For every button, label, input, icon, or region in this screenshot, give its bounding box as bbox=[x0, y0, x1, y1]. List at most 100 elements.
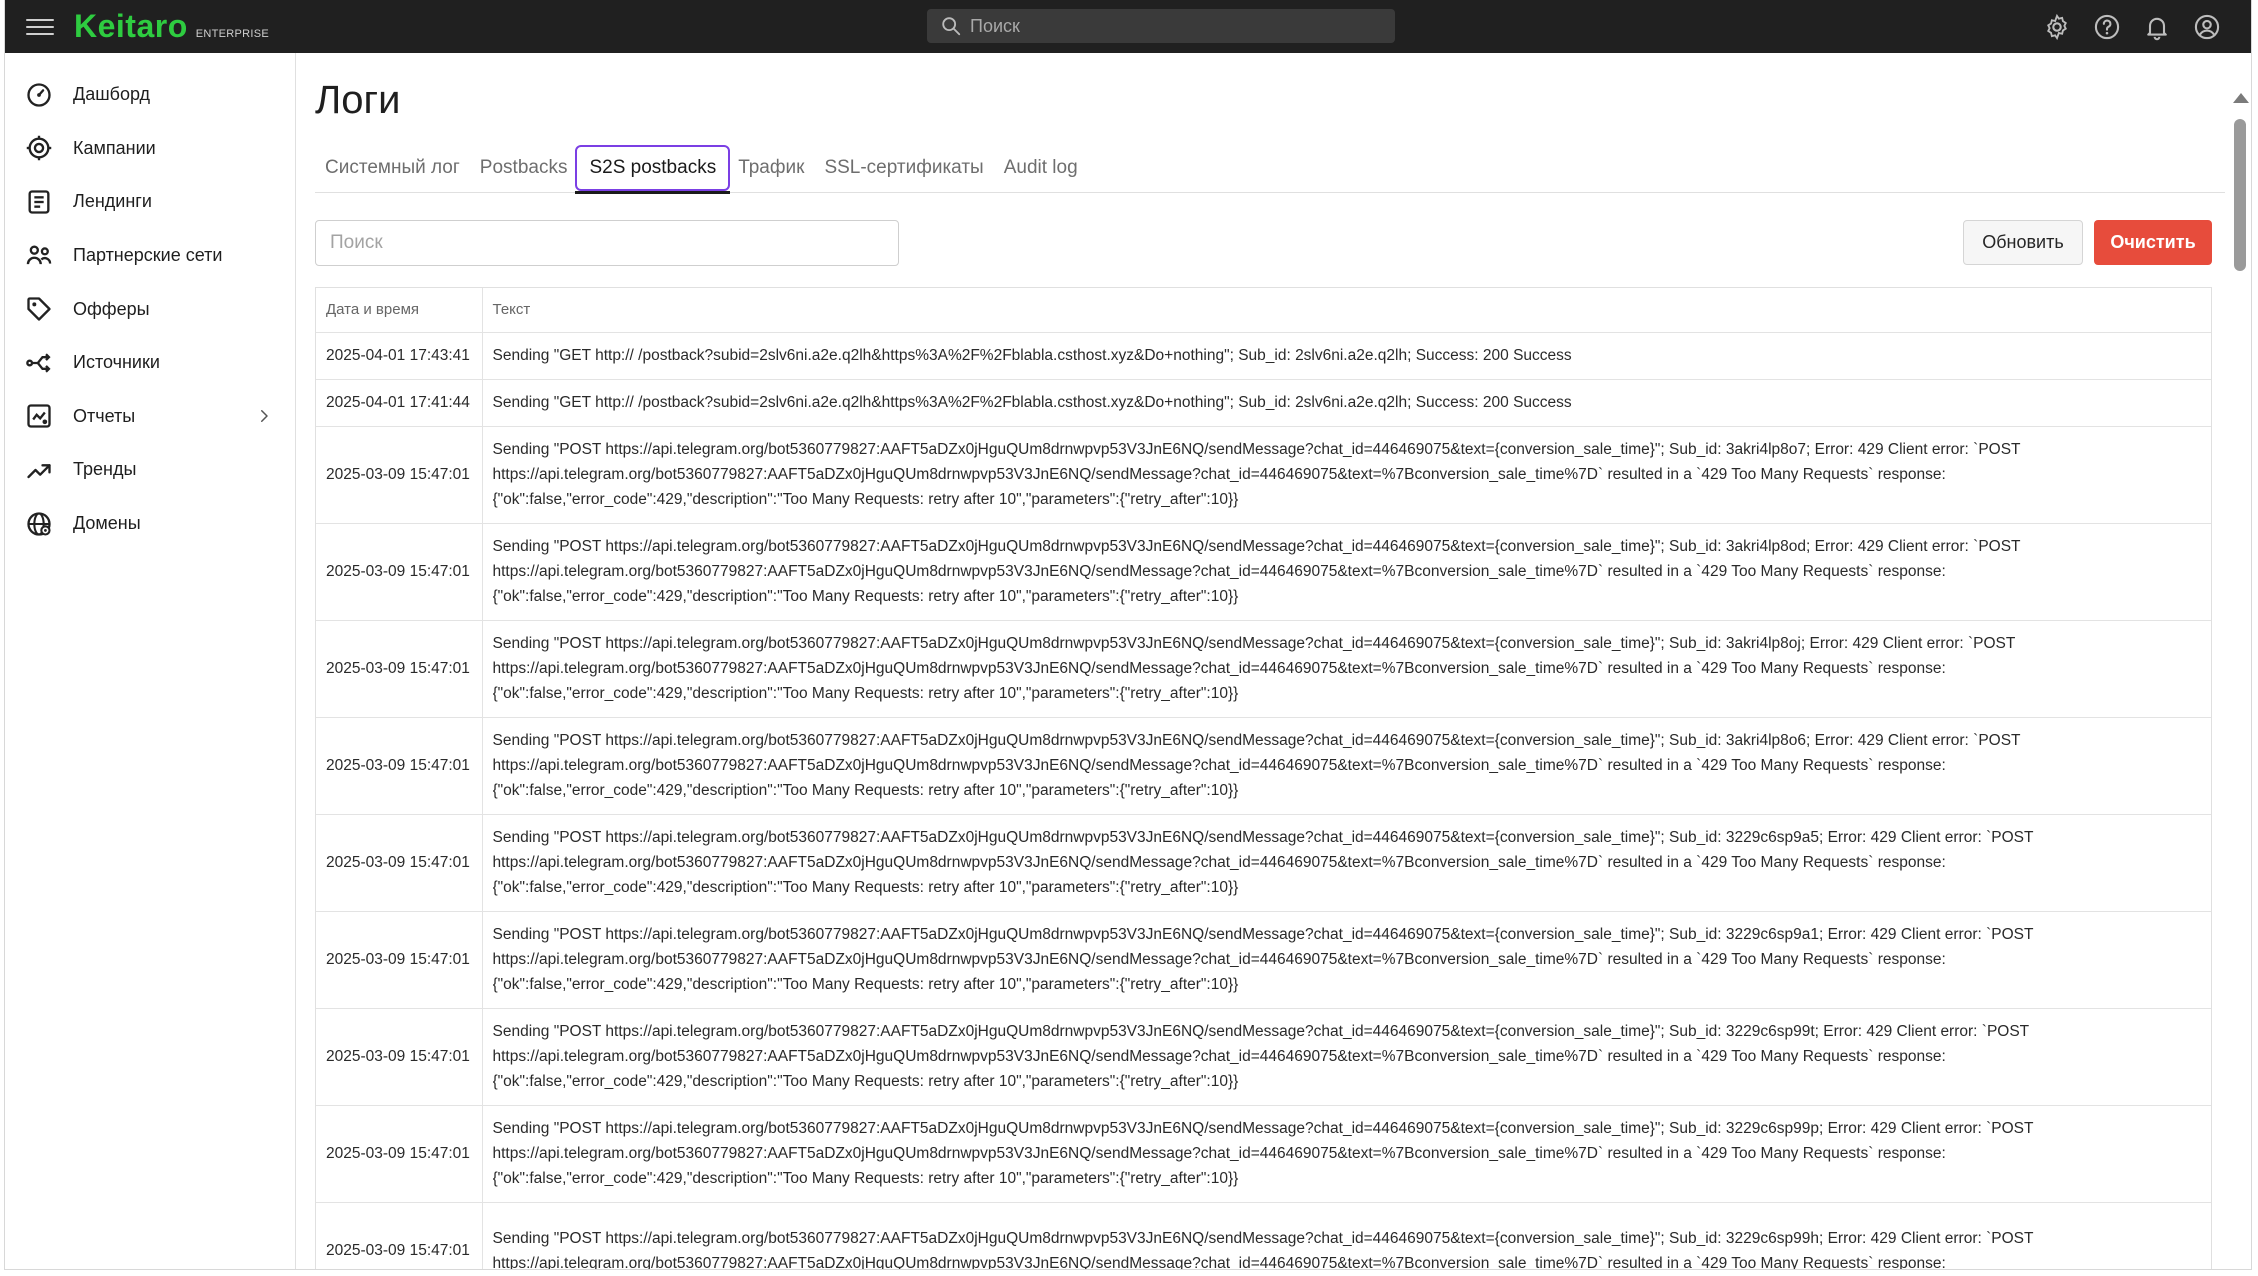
search-icon bbox=[942, 17, 961, 36]
log-datetime: 2025-03-09 15:47:01 bbox=[316, 620, 483, 718]
sidebar-item-label: Лендинги bbox=[73, 191, 152, 212]
scroll-up-arrow-icon[interactable] bbox=[2233, 93, 2249, 103]
log-text-line: {"ok":false,"error_code":429,"descriptio… bbox=[492, 1073, 1239, 1090]
trend-icon bbox=[27, 464, 51, 479]
log-text-line: https://api.telegram.org/bot5360779827:A… bbox=[492, 1145, 1946, 1162]
people-icon bbox=[26, 245, 52, 264]
tab-system-log[interactable]: Системный лог bbox=[315, 143, 470, 193]
log-text: Sending "GET http:// /postback?subid=2sl… bbox=[482, 332, 2211, 380]
sidebar: Дашборд Кампании Лендинги Партнерские се… bbox=[5, 53, 296, 1269]
log-text-line: Sending "POST https://api.telegram.org/b… bbox=[492, 1229, 2034, 1247]
scroll-thumb[interactable] bbox=[2234, 119, 2246, 271]
log-datetime: 2025-03-09 15:47:01 bbox=[316, 1202, 483, 1269]
log-text-line: Sending "POST https://api.telegram.org/b… bbox=[492, 1023, 2030, 1040]
log-text: Sending "GET http:// /postback?subid=2sl… bbox=[482, 379, 2211, 427]
table-row[interactable]: 2025-03-09 15:47:01 Sending "POST https:/… bbox=[316, 620, 2211, 718]
log-datetime: 2025-04-01 17:41:44 bbox=[316, 379, 483, 427]
table-row[interactable]: 2025-03-09 15:47:01 Sending "POST https:/… bbox=[316, 1008, 2211, 1106]
log-text: Sending "POST https://api.telegram.org/b… bbox=[482, 1105, 2211, 1203]
sidebar-item-label: Тренды bbox=[73, 459, 137, 480]
log-datetime: 2025-03-09 15:47:01 bbox=[316, 1105, 483, 1203]
logs-table: Дата и время Текст 2025-04-01 17:43:41 Se… bbox=[315, 287, 2212, 1270]
global-search-input[interactable] bbox=[970, 15, 1370, 37]
sidebar-item-label: Офферы bbox=[73, 298, 150, 319]
table-row[interactable]: 2025-03-09 15:47:01 Sending "POST https:/… bbox=[316, 426, 2211, 524]
sidebar-item-reports[interactable]: Отчеты bbox=[5, 390, 295, 444]
column-header-text[interactable]: Текст bbox=[482, 288, 2211, 333]
clear-button[interactable]: Очистить bbox=[2094, 220, 2212, 265]
tab-label: Postbacks bbox=[479, 157, 568, 178]
tab-ssl-certificates[interactable]: SSL-сертификаты bbox=[814, 143, 993, 193]
tab-label: SSL-сертификаты bbox=[824, 157, 984, 178]
log-text-line: https://api.telegram.org/bot5360779827:A… bbox=[492, 563, 1946, 580]
log-datetime: 2025-04-01 17:43:41 bbox=[316, 332, 483, 380]
app-window: Keitaro ENTERPRISE Дашборд Кампании bbox=[4, 0, 2252, 1270]
dashboard-icon bbox=[27, 83, 51, 107]
log-text: Sending "POST https://api.telegram.org/b… bbox=[482, 1202, 2211, 1270]
sidebar-item-offers[interactable]: Офферы bbox=[5, 282, 295, 336]
log-text-line: {"ok":false,"error_code":429,"descriptio… bbox=[492, 685, 1239, 702]
sidebar-item-label: Отчеты bbox=[73, 405, 136, 426]
log-text: Sending "POST https://api.telegram.org/b… bbox=[482, 911, 2211, 1009]
tab-s2s-postbacks[interactable]: S2S postbacks bbox=[575, 143, 731, 194]
sidebar-item-label: Домены bbox=[73, 513, 141, 534]
log-text-line: Sending "GET http:// /postback?subid=2sl… bbox=[492, 393, 1572, 411]
log-text-line: {"ok":false,"error_code":429,"descriptio… bbox=[492, 879, 1239, 896]
report-icon bbox=[27, 404, 51, 429]
table-row[interactable]: 2025-03-09 15:47:01 Sending "POST https:/… bbox=[316, 717, 2211, 815]
logo[interactable]: Keitaro ENTERPRISE bbox=[74, 8, 269, 45]
help-icon[interactable] bbox=[2093, 13, 2121, 41]
table-row[interactable]: 2025-03-09 15:47:01 Sending "POST https:/… bbox=[316, 911, 2211, 1009]
sidebar-item-label: Партнерские сети bbox=[73, 245, 223, 266]
table-row[interactable]: 2025-03-09 15:47:01 Sending "POST https:/… bbox=[316, 523, 2211, 621]
bell-icon[interactable] bbox=[2143, 13, 2171, 41]
log-text-line: https://api.telegram.org/bot5360779827:A… bbox=[492, 854, 1946, 871]
table-row[interactable]: 2025-04-01 17:43:41 Sending "GET http:// … bbox=[316, 332, 2211, 380]
tag-icon bbox=[27, 297, 51, 321]
sidebar-item-sources[interactable]: Источники bbox=[5, 336, 295, 390]
log-text-line: Sending "POST https://api.telegram.org/b… bbox=[492, 538, 2021, 555]
settings-icon[interactable] bbox=[2043, 13, 2071, 41]
table-row[interactable]: 2025-03-09 15:47:01 Sending "POST https:/… bbox=[316, 1105, 2211, 1203]
top-bar: Keitaro ENTERPRISE bbox=[5, 0, 2251, 53]
log-text-line: Sending "POST https://api.telegram.org/b… bbox=[492, 829, 2034, 846]
log-search-input[interactable] bbox=[315, 220, 899, 266]
table-row[interactable]: 2025-04-01 17:41:44 Sending "GET http:// … bbox=[316, 379, 2211, 427]
log-text-line: Sending "POST https://api.telegram.org/b… bbox=[492, 732, 2021, 749]
log-text-line: Sending "POST https://api.telegram.org/b… bbox=[492, 635, 2016, 652]
tab-label: Audit log bbox=[1003, 157, 1078, 178]
user-icon[interactable] bbox=[2193, 13, 2221, 41]
table-row[interactable]: 2025-03-09 15:47:01 Sending "POST https:/… bbox=[316, 814, 2211, 912]
menu-icon[interactable] bbox=[26, 16, 54, 38]
log-datetime: 2025-03-09 15:47:01 bbox=[316, 1008, 483, 1106]
tab-traffic[interactable]: Трафик bbox=[728, 143, 814, 193]
log-datetime: 2025-03-09 15:47:01 bbox=[316, 523, 483, 621]
global-search[interactable] bbox=[927, 9, 1395, 43]
table-row[interactable]: 2025-03-09 15:47:01 Sending "POST https:/… bbox=[316, 1202, 2211, 1270]
log-text-line: {"ok":false,"error_code":429,"descriptio… bbox=[492, 588, 1239, 605]
sidebar-item-label: Кампании bbox=[73, 137, 156, 158]
log-text-line: {"ok":false,"error_code":429,"descriptio… bbox=[492, 782, 1239, 799]
sidebar-item-affiliate-networks[interactable]: Партнерские сети bbox=[5, 229, 295, 283]
log-text-line: https://api.telegram.org/bot5360779827:A… bbox=[492, 757, 1946, 774]
sidebar-item-dashboard[interactable]: Дашборд bbox=[5, 68, 295, 122]
log-text: Sending "POST https://api.telegram.org/b… bbox=[482, 620, 2211, 718]
table-header-row: Дата и время Текст bbox=[316, 288, 2211, 333]
sidebar-item-campaigns[interactable]: Кампании bbox=[5, 122, 295, 176]
target-icon bbox=[26, 136, 52, 161]
column-header-datetime[interactable]: Дата и время bbox=[316, 288, 483, 333]
log-text-line: Sending "GET http:// /postback?subid=2sl… bbox=[492, 346, 1572, 364]
tab-audit-log[interactable]: Audit log bbox=[994, 143, 1088, 193]
log-datetime: 2025-03-09 15:47:01 bbox=[316, 814, 483, 912]
tab-label: Трафик bbox=[738, 157, 805, 178]
chevron-right-icon[interactable] bbox=[255, 407, 273, 425]
refresh-button[interactable]: Обновить bbox=[1963, 220, 2083, 265]
sidebar-item-landings[interactable]: Лендинги bbox=[5, 175, 295, 229]
sidebar-item-domains[interactable]: Домены bbox=[5, 497, 295, 551]
log-text-line: https://api.telegram.org/bot5360779827:A… bbox=[492, 1254, 1946, 1270]
tab-postbacks[interactable]: Postbacks bbox=[470, 143, 578, 193]
log-text: Sending "POST https://api.telegram.org/b… bbox=[482, 814, 2211, 912]
globe-icon bbox=[27, 511, 51, 536]
sidebar-item-trends[interactable]: Тренды bbox=[5, 443, 295, 497]
vertical-scrollbar[interactable] bbox=[2229, 53, 2251, 1269]
